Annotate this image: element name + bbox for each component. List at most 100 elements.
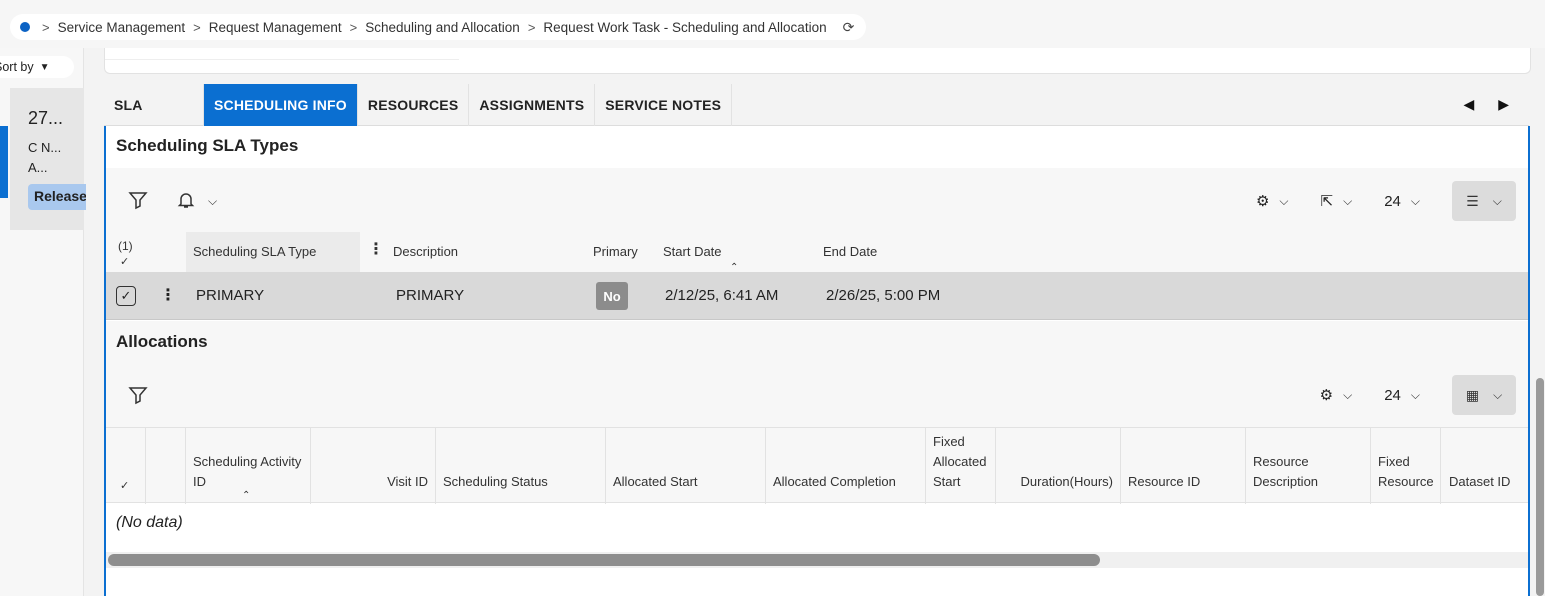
column-header-description[interactable]: Description (393, 242, 458, 262)
sort-by-label: Sort by (0, 60, 34, 74)
chevron-down-icon[interactable]: ⌵ (208, 194, 217, 209)
home-icon[interactable] (20, 22, 30, 32)
chevron-down-icon: ⌵ (1343, 387, 1353, 402)
empty-state-text: (No data) (116, 514, 183, 531)
tab-navigation: ◀ ▶ (1463, 96, 1509, 113)
tab-scheduling-info[interactable]: SCHEDULING INFO (204, 84, 358, 126)
column-header-scheduling-status[interactable]: Scheduling Status (436, 428, 606, 504)
tab-resources[interactable]: RESOURCES (358, 84, 470, 126)
filter-icon[interactable] (128, 190, 148, 215)
sort-by-button[interactable]: Sort by ▼ (0, 56, 74, 78)
record-card-line: C N... (28, 140, 62, 155)
tab-service-notes[interactable]: SERVICE NOTES (595, 84, 733, 126)
bell-icon[interactable] (176, 190, 196, 215)
row-menu-column (146, 428, 186, 504)
column-header-resource-description[interactable]: Resource Description (1246, 428, 1371, 504)
tab-assignments[interactable]: ASSIGNMENTS (469, 84, 596, 126)
sla-types-header: (1) ✓ Scheduling SLA Type ⋮ Description … (106, 232, 1528, 273)
vertical-scrollbar[interactable] (1536, 378, 1544, 596)
column-label: Resource ID (1128, 474, 1201, 489)
sla-types-toolbar-right: ⚙ ⌵ ⇱ ⌵ 24 ⌵ ☰ ⌵ (1256, 168, 1516, 234)
column-label: Scheduling Status (443, 474, 548, 489)
allocations-title: Allocations (116, 332, 208, 351)
chevron-down-icon: ⌵ (1343, 193, 1353, 208)
chevron-down-icon: ⌵ (1410, 387, 1420, 402)
page-size-value: 24 (1384, 192, 1401, 210)
column-label: Visit ID (387, 474, 428, 489)
scrollbar-thumb[interactable] (108, 554, 1100, 566)
status-badge: Released (28, 184, 86, 210)
column-label: Resource Description (1253, 454, 1319, 489)
breadcrumb-item-scheduling[interactable]: Scheduling and Allocation (365, 20, 520, 35)
breadcrumb-item-request-management[interactable]: Request Management (209, 20, 342, 35)
export-menu[interactable]: ⇱ ⌵ (1321, 192, 1353, 210)
record-list-panel: Sort by ▼ 27... C N... A... Released (0, 48, 86, 596)
record-card[interactable]: 27... C N... A... Released (10, 88, 86, 230)
column-header-primary[interactable]: Primary (593, 242, 638, 262)
tab-prev-icon[interactable]: ◀ (1463, 96, 1474, 113)
table-row[interactable]: ✓ ⋮ PRIMARY PRIMARY No 2/12/25, 6:41 AM … (106, 272, 1528, 320)
allocations-header-bg (106, 321, 1528, 363)
cell-start-date: 2/12/25, 6:41 AM (665, 287, 779, 304)
select-all-column[interactable]: ✓ (106, 428, 146, 504)
horizontal-scrollbar[interactable] (106, 552, 1528, 568)
tab-content: Scheduling SLA Types ⌵ ⚙ ⌵ ⇱ ⌵ 24 ⌵ ☰ ⌵ (1) … (104, 126, 1530, 596)
column-header-duration[interactable]: Duration(Hours) (996, 428, 1121, 504)
filter-icon[interactable] (128, 385, 148, 410)
chevron-down-icon: ⌵ (1279, 193, 1289, 208)
top-bar: > Service Management > Request Managemen… (0, 0, 1545, 48)
column-header-fixed-allocated-start[interactable]: Fixed Allocated Start (926, 428, 996, 504)
allocations-header: ✓ Scheduling Activity ID ⌃ Visit ID Sche… (106, 427, 1528, 504)
column-header-dataset-id[interactable]: Dataset ID (1441, 428, 1528, 504)
cell-sla-type: PRIMARY (196, 287, 265, 304)
column-label: Fixed Allocated Start (933, 434, 987, 489)
chevron-down-icon: ⌵ (1410, 193, 1420, 208)
page-size-select[interactable]: 24 ⌵ (1384, 193, 1420, 210)
check-icon: ✓ (120, 480, 130, 492)
sla-types-toolbar: ⌵ ⚙ ⌵ ⇱ ⌵ 24 ⌵ ☰ ⌵ (106, 168, 1528, 234)
tab-sla[interactable]: SLA (104, 84, 204, 126)
export-icon: ⇱ (1320, 193, 1334, 210)
row-checkbox[interactable]: ✓ (116, 286, 136, 306)
breadcrumb-item-service-management[interactable]: Service Management (58, 20, 186, 35)
chevron-down-icon: ⌵ (1492, 193, 1502, 208)
chevron-right-icon: > (193, 19, 201, 35)
chevron-right-icon: > (527, 19, 536, 35)
view-mode-button[interactable]: ▦ ⌵ (1452, 375, 1516, 415)
breadcrumb: > Service Management > Request Managemen… (10, 14, 867, 40)
record-card-line: A... (28, 160, 48, 175)
cell-description: PRIMARY (396, 287, 465, 304)
page-size-value: 24 (1384, 386, 1401, 404)
column-label: Scheduling SLA Type (193, 244, 317, 259)
column-header-fixed-resource[interactable]: Fixed Resource (1371, 428, 1441, 504)
column-header-end-date[interactable]: End Date (823, 242, 877, 262)
chevron-down-icon: ⌵ (1493, 387, 1503, 402)
tab-next-icon[interactable]: ▶ (1498, 96, 1509, 113)
select-all-check-icon[interactable]: ✓ (120, 252, 129, 272)
column-header-start-date[interactable]: Start Date (663, 242, 722, 262)
settings-menu[interactable]: ⚙ ⌵ (1256, 192, 1289, 210)
column-header-allocated-completion[interactable]: Allocated Completion (766, 428, 926, 504)
column-menu-icon[interactable]: ⋮ (368, 240, 384, 260)
column-label: Fixed Resource (1378, 454, 1434, 489)
refresh-icon[interactable]: ⟳ (843, 19, 855, 36)
list-view-icon: ☰ (1466, 192, 1479, 209)
selected-card-indicator (0, 126, 8, 198)
tab-bar: SLA SCHEDULING INFO RESOURCES ASSIGNMENT… (104, 84, 1529, 126)
view-mode-button[interactable]: ☰ ⌵ (1452, 181, 1516, 221)
column-header-sla-type[interactable]: Scheduling SLA Type (186, 232, 360, 272)
table-view-icon: ▦ (1465, 386, 1480, 403)
column-header-visit-id[interactable]: Visit ID (311, 428, 436, 504)
column-header-resource-id[interactable]: Resource ID (1121, 428, 1246, 504)
column-label: Allocated Start (613, 474, 698, 489)
header-card (104, 48, 1531, 74)
page-size-select[interactable]: 24 ⌵ (1384, 387, 1420, 404)
row-menu-icon[interactable]: ⋮ (160, 285, 176, 305)
column-label: Dataset ID (1449, 474, 1511, 489)
column-header-activity-id[interactable]: Scheduling Activity ID ⌃ (186, 428, 311, 504)
settings-menu[interactable]: ⚙ ⌵ (1320, 386, 1353, 404)
allocations-toolbar: ⚙ ⌵ 24 ⌵ ▦ ⌵ (106, 363, 1528, 427)
column-header-allocated-start[interactable]: Allocated Start (606, 428, 766, 504)
sla-types-title: Scheduling SLA Types (116, 136, 299, 155)
sort-asc-icon: ⌃ (242, 490, 251, 501)
